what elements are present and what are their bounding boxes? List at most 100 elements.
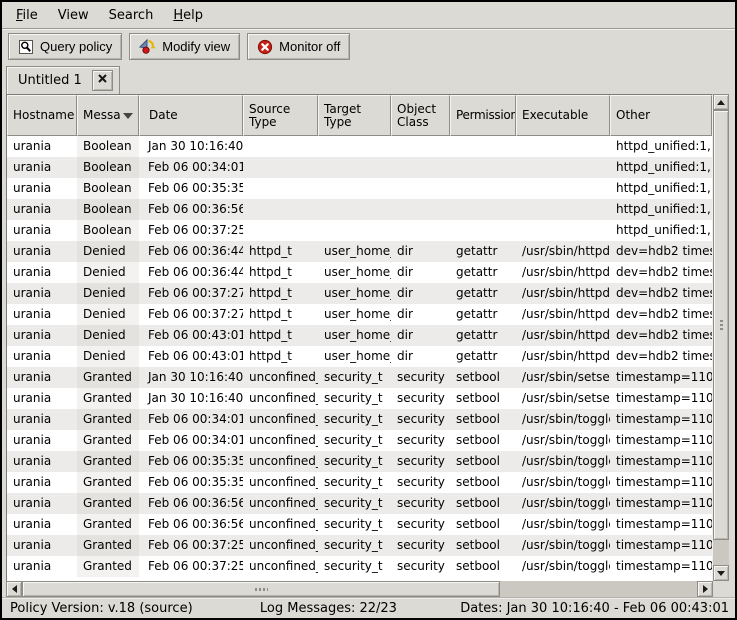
column-header-object-class[interactable]: Object Class	[391, 95, 450, 136]
table-row[interactable]: urania Granted Feb 06 00:36:56 unconfine…	[7, 514, 712, 535]
cell-hostname: urania	[7, 157, 77, 178]
tab-close-button[interactable]	[92, 70, 113, 91]
table-row[interactable]: urania Granted Feb 06 00:37:25 unconfine…	[7, 535, 712, 556]
cell-date: Feb 06 00:37:25	[139, 535, 243, 556]
cell-message: Granted	[77, 493, 139, 514]
table-row[interactable]: urania Denied Feb 06 00:37:27 httpd_t us…	[7, 304, 712, 325]
cell-message: Granted	[77, 409, 139, 430]
cell-target-type: security_t	[318, 367, 391, 388]
table-row[interactable]: urania Denied Feb 06 00:36:44 httpd_t us…	[7, 241, 712, 262]
cell-executable: /usr/sbin/httpd	[516, 346, 610, 367]
table-row[interactable]: urania Granted Feb 06 00:35:35 unconfine…	[7, 451, 712, 472]
vertical-scrollbar[interactable]	[713, 94, 729, 581]
cell-other: timestamp=11071	[610, 367, 712, 388]
table-row[interactable]: urania Granted Jan 30 10:16:40 unconfine…	[7, 367, 712, 388]
cell-permission: setbool	[450, 556, 516, 577]
horizontal-scrollbar-thumb[interactable]	[22, 581, 500, 597]
cell-target-type: user_home_	[318, 304, 391, 325]
column-header-executable[interactable]: Executable	[516, 95, 610, 136]
dates-status: Dates: Jan 30 10:16:40 - Feb 06 00:43:01	[431, 601, 735, 616]
cell-permission: getattr	[450, 241, 516, 262]
cell-other: timestamp=11076	[610, 451, 712, 472]
column-header-target-type[interactable]: Target Type	[318, 95, 391, 136]
column-header-date[interactable]: Date	[139, 95, 243, 136]
cell-hostname: urania	[7, 472, 77, 493]
table-row[interactable]: urania Boolean Jan 30 10:16:40 httpd_uni…	[7, 136, 712, 157]
column-label: Permission	[456, 109, 516, 122]
cell-other: dev=hdb2 timesta	[610, 241, 712, 262]
cell-source-type: unconfined_	[243, 367, 318, 388]
cell-date: Jan 30 10:16:40	[139, 388, 243, 409]
cell-hostname: urania	[7, 535, 77, 556]
table-row[interactable]: urania Boolean Feb 06 00:36:56 httpd_uni…	[7, 199, 712, 220]
cell-executable	[516, 178, 610, 199]
table-row[interactable]: urania Boolean Feb 06 00:37:25 httpd_uni…	[7, 220, 712, 241]
cell-source-type: unconfined_	[243, 493, 318, 514]
cell-hostname: urania	[7, 262, 77, 283]
cell-target-type: security_t	[318, 556, 391, 577]
tab-untitled-1[interactable]: Untitled 1	[6, 66, 120, 94]
column-header-other[interactable]: Other	[610, 95, 712, 136]
cell-other: httpd_unified:1, h	[610, 199, 712, 220]
cell-target-type: security_t	[318, 514, 391, 535]
cell-executable: /usr/sbin/httpd	[516, 283, 610, 304]
cell-object-class	[391, 178, 450, 199]
scroll-down-button[interactable]	[713, 565, 729, 581]
query-policy-button[interactable]: Query policy	[8, 33, 122, 60]
cell-hostname: urania	[7, 556, 77, 577]
cell-date: Jan 30 10:16:40	[139, 367, 243, 388]
menu-view[interactable]: View	[48, 4, 99, 27]
cell-date: Feb 06 00:36:56	[139, 199, 243, 220]
scroll-up-button[interactable]	[713, 94, 729, 110]
column-header-message[interactable]: Messa	[77, 95, 139, 136]
table-body: urania Boolean Jan 30 10:16:40 httpd_uni…	[7, 136, 712, 581]
cell-object-class: security	[391, 409, 450, 430]
table-row[interactable]: urania Granted Feb 06 00:34:01 unconfine…	[7, 430, 712, 451]
monitor-off-button[interactable]: Monitor off	[247, 33, 350, 60]
table-row[interactable]: urania Granted Feb 06 00:36:56 unconfine…	[7, 493, 712, 514]
column-header-permission[interactable]: Permission	[450, 95, 516, 136]
log-messages-status: Log Messages: 22/23	[226, 601, 431, 616]
cell-date: Feb 06 00:34:01	[139, 157, 243, 178]
horizontal-scrollbar-track[interactable]	[500, 581, 697, 597]
table-row[interactable]: urania Denied Feb 06 00:43:01 httpd_t us…	[7, 346, 712, 367]
cell-object-class: dir	[391, 346, 450, 367]
table-row[interactable]: urania Denied Feb 06 00:36:44 httpd_t us…	[7, 262, 712, 283]
vertical-scrollbar-track[interactable]	[713, 540, 729, 565]
modify-view-button[interactable]: Modify view	[129, 33, 240, 60]
column-header-source-type[interactable]: Source Type	[243, 95, 318, 136]
table-row[interactable]: urania Denied Feb 06 00:37:27 httpd_t us…	[7, 283, 712, 304]
table-row[interactable]: urania Boolean Feb 06 00:34:01 httpd_uni…	[7, 157, 712, 178]
cell-executable: /usr/sbin/setseb	[516, 367, 610, 388]
cell-permission: setbool	[450, 451, 516, 472]
table-row[interactable]: urania Granted Jan 30 10:16:40 unconfine…	[7, 388, 712, 409]
menu-help[interactable]: Help	[163, 4, 213, 27]
menu-file[interactable]: File	[6, 4, 48, 27]
table-row[interactable]: urania Granted Feb 06 00:34:01 unconfine…	[7, 409, 712, 430]
query-policy-label: Query policy	[40, 39, 112, 54]
cell-other: httpd_unified:1, h	[610, 178, 712, 199]
cell-other: timestamp=11076	[610, 409, 712, 430]
table-row[interactable]: urania Granted Feb 06 00:35:35 unconfine…	[7, 472, 712, 493]
menu-search[interactable]: Search	[99, 4, 164, 27]
table-row[interactable]: urania Denied Feb 06 00:43:01 httpd_t us…	[7, 325, 712, 346]
cell-executable: /usr/sbin/httpd	[516, 241, 610, 262]
cell-date: Feb 06 00:37:25	[139, 220, 243, 241]
table-row[interactable]: urania Granted Feb 06 00:37:25 unconfine…	[7, 556, 712, 577]
scroll-left-button[interactable]	[6, 581, 22, 597]
scroll-right-button[interactable]	[697, 581, 713, 597]
cell-permission: setbool	[450, 493, 516, 514]
cell-message: Boolean	[77, 157, 139, 178]
column-header-hostname[interactable]: Hostname	[7, 95, 77, 136]
cell-date: Feb 06 00:36:44	[139, 241, 243, 262]
vertical-scrollbar-thumb[interactable]	[713, 110, 729, 540]
cell-message: Granted	[77, 556, 139, 577]
cell-hostname: urania	[7, 220, 77, 241]
table-row[interactable]: urania Boolean Feb 06 00:35:35 httpd_uni…	[7, 178, 712, 199]
cell-date: Feb 06 00:35:35	[139, 178, 243, 199]
cell-message: Granted	[77, 472, 139, 493]
horizontal-scrollbar[interactable]	[6, 581, 713, 597]
cell-source-type	[243, 178, 318, 199]
cell-permission: setbool	[450, 472, 516, 493]
cell-object-class	[391, 199, 450, 220]
